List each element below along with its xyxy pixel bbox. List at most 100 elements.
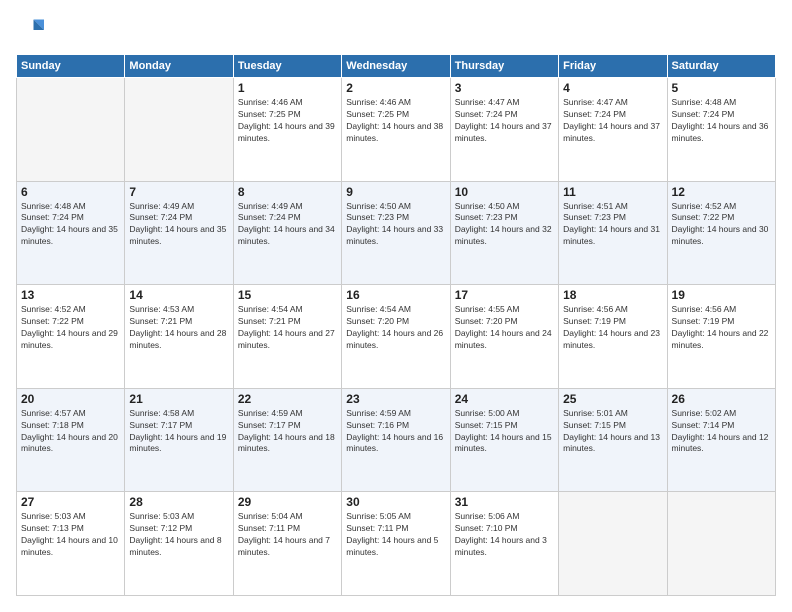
day-info: Sunrise: 4:54 AMSunset: 7:21 PMDaylight:…	[238, 304, 337, 352]
calendar-cell: 26 Sunrise: 5:02 AMSunset: 7:14 PMDayligh…	[667, 388, 775, 492]
calendar-cell: 4 Sunrise: 4:47 AMSunset: 7:24 PMDaylight…	[559, 78, 667, 182]
calendar: SundayMondayTuesdayWednesdayThursdayFrid…	[16, 54, 776, 596]
day-info: Sunrise: 4:54 AMSunset: 7:20 PMDaylight:…	[346, 304, 445, 352]
weekday-thursday: Thursday	[450, 55, 558, 78]
calendar-cell: 2Sunrise: 4:46 AMSunset: 7:25 PMDaylight…	[342, 78, 450, 182]
day-number: 29	[238, 495, 337, 509]
day-info: Sunrise: 4:52 AMSunset: 7:22 PMDaylight:…	[21, 304, 120, 352]
day-number: 10	[455, 185, 554, 199]
day-info: Sunrise: 4:56 AMSunset: 7:19 PMDaylight:…	[563, 304, 662, 352]
calendar-cell: 18 Sunrise: 4:56 AMSunset: 7:19 PMDayligh…	[559, 285, 667, 389]
calendar-cell: 31 Sunrise: 5:06 AMSunset: 7:10 PMDayligh…	[450, 492, 558, 596]
weekday-header-row: SundayMondayTuesdayWednesdayThursdayFrid…	[17, 55, 776, 78]
calendar-cell: 29 Sunrise: 5:04 AMSunset: 7:11 PMDayligh…	[233, 492, 341, 596]
day-number: 9	[346, 185, 445, 199]
calendar-cell	[17, 78, 125, 182]
day-info: Sunrise: 4:47 AMSunset: 7:24 PMDaylight:…	[455, 97, 554, 145]
calendar-cell: 23 Sunrise: 4:59 AMSunset: 7:16 PMDayligh…	[342, 388, 450, 492]
calendar-cell: 8 Sunrise: 4:49 AMSunset: 7:24 PMDaylight…	[233, 181, 341, 285]
calendar-cell: 27Sunrise: 5:03 AMSunset: 7:13 PMDayligh…	[17, 492, 125, 596]
day-info: Sunrise: 4:49 AMSunset: 7:24 PMDaylight:…	[129, 201, 228, 249]
calendar-cell: 25Sunrise: 5:01 AMSunset: 7:15 PMDayligh…	[559, 388, 667, 492]
day-info: Sunrise: 5:04 AMSunset: 7:11 PMDaylight:…	[238, 511, 337, 559]
calendar-cell: 24 Sunrise: 5:00 AMSunset: 7:15 PMDayligh…	[450, 388, 558, 492]
calendar-cell: 28 Sunrise: 5:03 AMSunset: 7:12 PMDayligh…	[125, 492, 233, 596]
day-info: Sunrise: 4:52 AMSunset: 7:22 PMDaylight:…	[672, 201, 771, 249]
day-number: 1	[238, 81, 337, 95]
day-info: Sunrise: 4:55 AMSunset: 7:20 PMDaylight:…	[455, 304, 554, 352]
day-number: 6	[21, 185, 120, 199]
calendar-cell: 7 Sunrise: 4:49 AMSunset: 7:24 PMDaylight…	[125, 181, 233, 285]
day-info: Sunrise: 4:47 AMSunset: 7:24 PMDaylight:…	[563, 97, 662, 145]
calendar-cell: 14Sunrise: 4:53 AMSunset: 7:21 PMDayligh…	[125, 285, 233, 389]
page: SundayMondayTuesdayWednesdayThursdayFrid…	[0, 0, 792, 612]
day-number: 7	[129, 185, 228, 199]
day-number: 26	[672, 392, 771, 406]
day-info: Sunrise: 4:57 AMSunset: 7:18 PMDaylight:…	[21, 408, 120, 456]
weekday-sunday: Sunday	[17, 55, 125, 78]
day-info: Sunrise: 4:51 AMSunset: 7:23 PMDaylight:…	[563, 201, 662, 249]
day-number: 22	[238, 392, 337, 406]
day-number: 4	[563, 81, 662, 95]
day-number: 23	[346, 392, 445, 406]
day-info: Sunrise: 5:02 AMSunset: 7:14 PMDaylight:…	[672, 408, 771, 456]
day-number: 8	[238, 185, 337, 199]
calendar-cell: 11 Sunrise: 4:51 AMSunset: 7:23 PMDayligh…	[559, 181, 667, 285]
day-number: 24	[455, 392, 554, 406]
day-info: Sunrise: 4:56 AMSunset: 7:19 PMDaylight:…	[672, 304, 771, 352]
day-info: Sunrise: 5:01 AMSunset: 7:15 PMDaylight:…	[563, 408, 662, 456]
day-info: Sunrise: 5:06 AMSunset: 7:10 PMDaylight:…	[455, 511, 554, 559]
day-info: Sunrise: 4:53 AMSunset: 7:21 PMDaylight:…	[129, 304, 228, 352]
calendar-cell: 30 Sunrise: 5:05 AMSunset: 7:11 PMDayligh…	[342, 492, 450, 596]
day-info: Sunrise: 4:46 AMSunset: 7:25 PMDaylight:…	[238, 97, 337, 145]
calendar-cell	[125, 78, 233, 182]
calendar-cell: 16Sunrise: 4:54 AMSunset: 7:20 PMDayligh…	[342, 285, 450, 389]
day-info: Sunrise: 4:48 AMSunset: 7:24 PMDaylight:…	[21, 201, 120, 249]
weekday-monday: Monday	[125, 55, 233, 78]
day-info: Sunrise: 4:59 AMSunset: 7:16 PMDaylight:…	[346, 408, 445, 456]
day-number: 18	[563, 288, 662, 302]
calendar-cell: 12 Sunrise: 4:52 AMSunset: 7:22 PMDayligh…	[667, 181, 775, 285]
day-info: Sunrise: 4:59 AMSunset: 7:17 PMDaylight:…	[238, 408, 337, 456]
day-number: 28	[129, 495, 228, 509]
weekday-tuesday: Tuesday	[233, 55, 341, 78]
day-number: 2	[346, 81, 445, 95]
calendar-cell: 20 Sunrise: 4:57 AMSunset: 7:18 PMDayligh…	[17, 388, 125, 492]
day-number: 20	[21, 392, 120, 406]
calendar-cell: 10 Sunrise: 4:50 AMSunset: 7:23 PMDayligh…	[450, 181, 558, 285]
day-info: Sunrise: 5:00 AMSunset: 7:15 PMDaylight:…	[455, 408, 554, 456]
day-info: Sunrise: 4:49 AMSunset: 7:24 PMDaylight:…	[238, 201, 337, 249]
calendar-cell: 13 Sunrise: 4:52 AMSunset: 7:22 PMDayligh…	[17, 285, 125, 389]
day-number: 19	[672, 288, 771, 302]
calendar-cell: 19 Sunrise: 4:56 AMSunset: 7:19 PMDayligh…	[667, 285, 775, 389]
logo	[16, 16, 48, 44]
day-number: 30	[346, 495, 445, 509]
day-info: Sunrise: 4:48 AMSunset: 7:24 PMDaylight:…	[672, 97, 771, 145]
header	[16, 16, 776, 44]
calendar-cell	[667, 492, 775, 596]
day-info: Sunrise: 4:58 AMSunset: 7:17 PMDaylight:…	[129, 408, 228, 456]
weekday-friday: Friday	[559, 55, 667, 78]
day-number: 13	[21, 288, 120, 302]
weekday-saturday: Saturday	[667, 55, 775, 78]
calendar-cell: 15Sunrise: 4:54 AMSunset: 7:21 PMDayligh…	[233, 285, 341, 389]
week-row-2: 13 Sunrise: 4:52 AMSunset: 7:22 PMDayligh…	[17, 285, 776, 389]
week-row-3: 20 Sunrise: 4:57 AMSunset: 7:18 PMDayligh…	[17, 388, 776, 492]
calendar-cell: 6 Sunrise: 4:48 AMSunset: 7:24 PMDaylight…	[17, 181, 125, 285]
calendar-cell: 17 Sunrise: 4:55 AMSunset: 7:20 PMDayligh…	[450, 285, 558, 389]
day-info: Sunrise: 4:50 AMSunset: 7:23 PMDaylight:…	[346, 201, 445, 249]
day-info: Sunrise: 4:50 AMSunset: 7:23 PMDaylight:…	[455, 201, 554, 249]
calendar-cell: 22 Sunrise: 4:59 AMSunset: 7:17 PMDayligh…	[233, 388, 341, 492]
day-number: 12	[672, 185, 771, 199]
day-number: 11	[563, 185, 662, 199]
day-number: 31	[455, 495, 554, 509]
day-number: 5	[672, 81, 771, 95]
day-info: Sunrise: 5:05 AMSunset: 7:11 PMDaylight:…	[346, 511, 445, 559]
calendar-cell: 9 Sunrise: 4:50 AMSunset: 7:23 PMDaylight…	[342, 181, 450, 285]
day-number: 17	[455, 288, 554, 302]
day-number: 3	[455, 81, 554, 95]
calendar-cell: 5 Sunrise: 4:48 AMSunset: 7:24 PMDaylight…	[667, 78, 775, 182]
logo-icon	[16, 16, 44, 44]
day-info: Sunrise: 5:03 AMSunset: 7:12 PMDaylight:…	[129, 511, 228, 559]
day-info: Sunrise: 5:03 AMSunset: 7:13 PMDaylight:…	[21, 511, 120, 559]
